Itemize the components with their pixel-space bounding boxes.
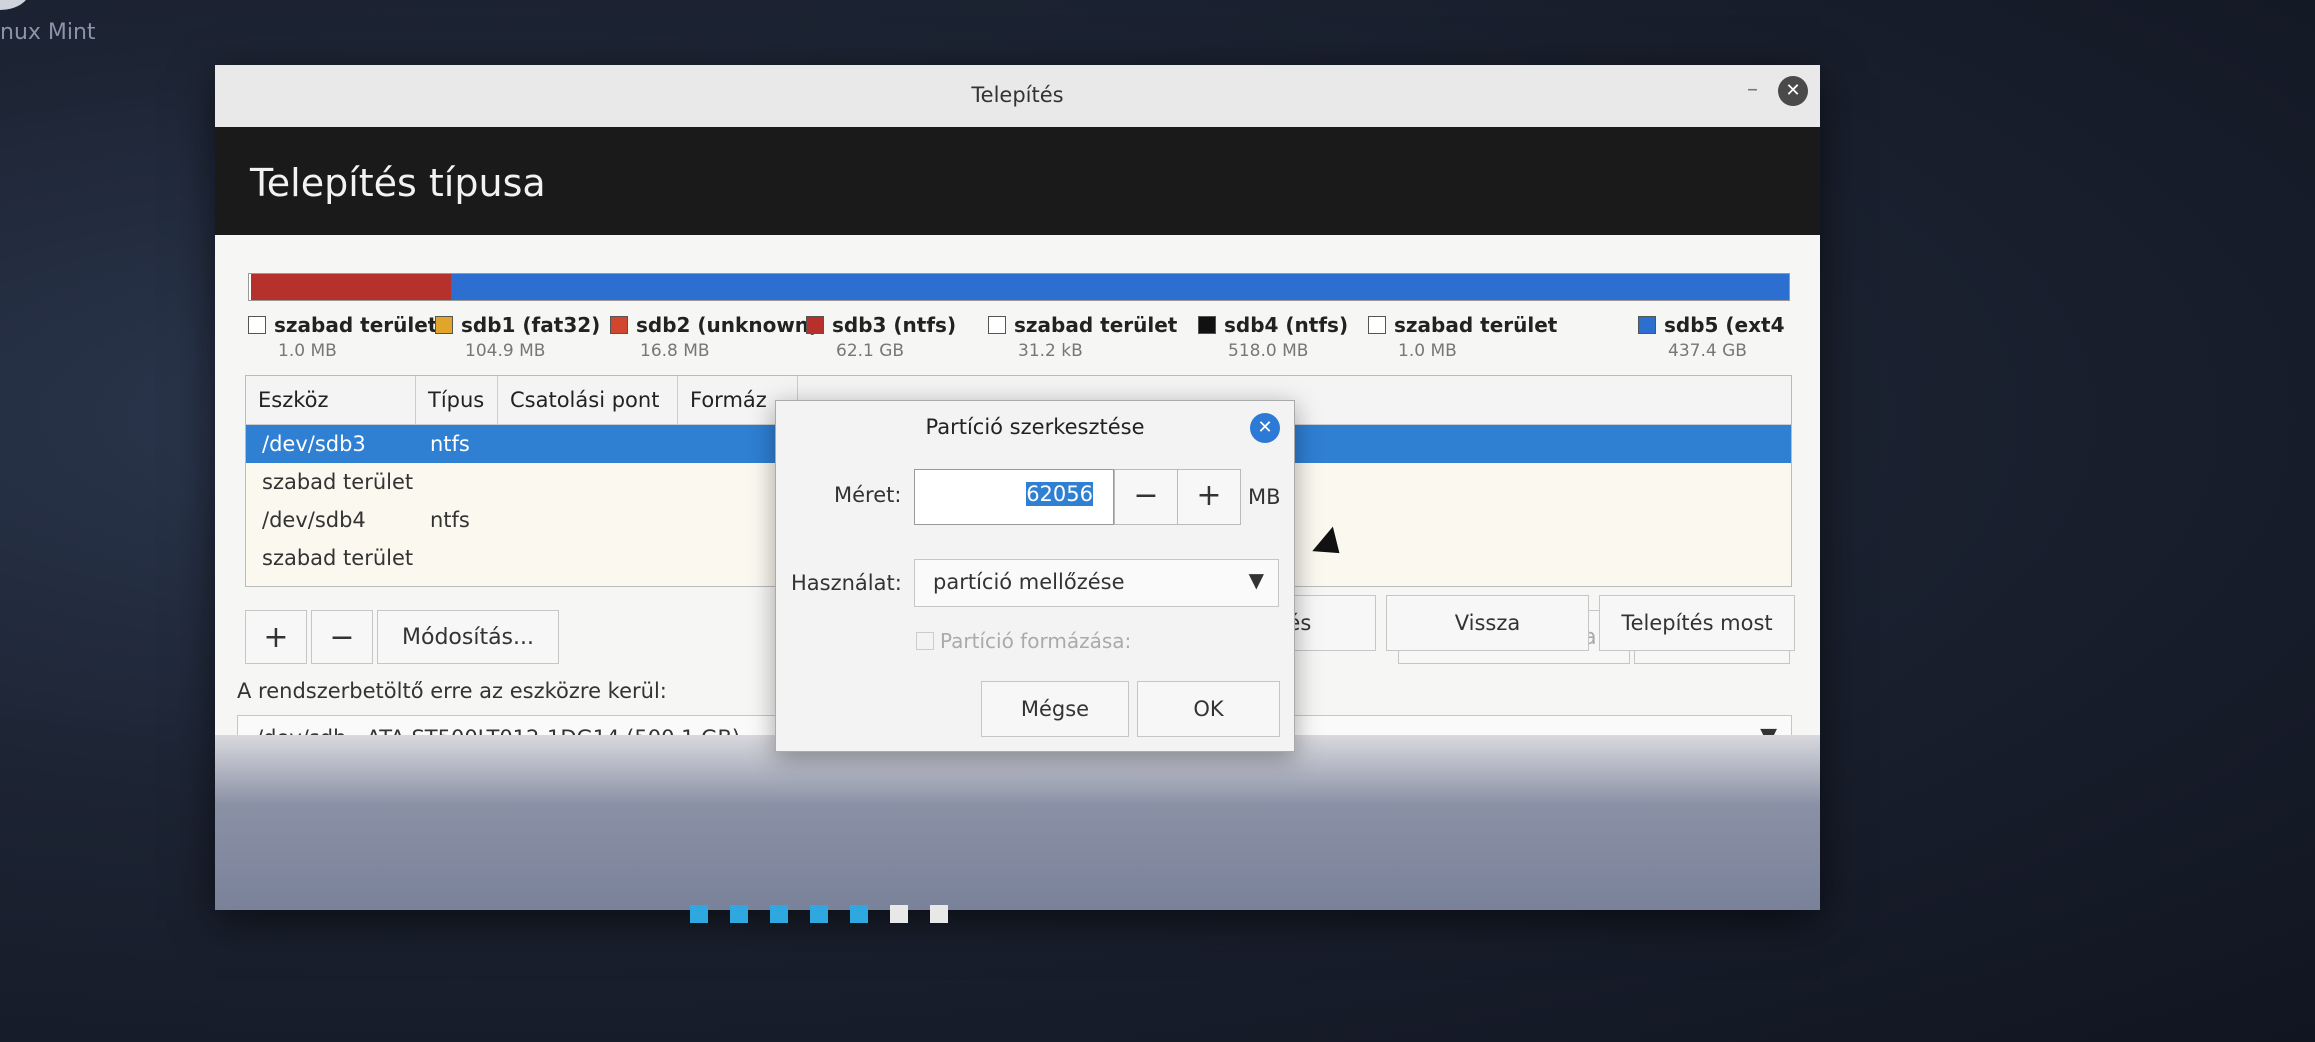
page-title: Telepítés típusa <box>250 161 546 205</box>
minimize-icon[interactable]: – <box>1747 77 1758 102</box>
progress-dot <box>770 905 788 923</box>
legend-item: sdb2 (unknown) 16.8 MB <box>610 313 818 361</box>
page-header: Telepítés típusa <box>215 127 1820 235</box>
legend-size: 518.0 MB <box>1228 341 1309 361</box>
swatch-icon <box>806 316 824 334</box>
row-type: ntfs <box>430 432 470 456</box>
legend-item: sdb3 (ntfs) 62.1 GB <box>806 313 956 361</box>
swatch-icon <box>988 316 1006 334</box>
swatch-icon <box>1638 316 1656 334</box>
legend-name: sdb5 (ext4 <box>1664 313 1785 337</box>
swatch-icon <box>248 316 266 334</box>
desktop-label: nux Mint <box>0 20 96 45</box>
close-icon[interactable]: ✕ <box>1778 76 1808 106</box>
legend-name: szabad terület <box>1014 313 1178 337</box>
column-header[interactable]: Csatolási pont <box>498 376 678 424</box>
edit-partition-dialog: Partíció szerkesztése ✕ Méret: 62056 − +… <box>775 400 1295 752</box>
mint-logo <box>0 0 30 10</box>
window-title: Telepítés <box>971 83 1064 107</box>
row-type: ntfs <box>430 508 470 532</box>
size-decrease-button[interactable]: − <box>1114 469 1178 525</box>
row-device: szabad terület <box>262 546 414 570</box>
size-unit: MB <box>1248 485 1281 509</box>
use-select[interactable]: partíció mellőzése ▼ <box>914 559 1279 607</box>
size-increase-button[interactable]: + <box>1177 469 1241 525</box>
size-value: 62056 <box>1026 482 1093 506</box>
legend-item: szabad terület 31.2 kB <box>988 313 1177 361</box>
progress-dot <box>890 905 908 923</box>
legend-size: 1.0 MB <box>278 341 337 361</box>
progress-dots <box>690 905 970 923</box>
partition-legend: szabad terület 1.0 MB sdb1 (fat32) 104.9 M… <box>248 313 1788 368</box>
legend-size: 104.9 MB <box>465 341 546 361</box>
swatch-icon <box>1198 316 1216 334</box>
size-input[interactable]: 62056 <box>914 469 1114 525</box>
row-device: szabad terület <box>262 470 414 494</box>
swatch-icon <box>1368 316 1386 334</box>
column-header[interactable]: Eszköz <box>246 376 416 424</box>
close-icon[interactable]: ✕ <box>1250 413 1280 443</box>
back-button[interactable]: Vissza <box>1386 595 1589 651</box>
legend-item: sdb4 (ntfs) 518.0 MB <box>1198 313 1348 361</box>
bottom-area: Kilépés Vissza Telepítés most <box>215 595 1820 910</box>
legend-name: szabad terület <box>1394 313 1558 337</box>
progress-dot <box>850 905 868 923</box>
cancel-button[interactable]: Mégse <box>981 681 1129 737</box>
swatch-icon <box>610 316 628 334</box>
chevron-down-icon: ▼ <box>1248 568 1264 592</box>
progress-dot <box>730 905 748 923</box>
legend-size: 16.8 MB <box>640 341 710 361</box>
use-label: Használat: <box>791 571 902 595</box>
partition-bar <box>248 273 1790 301</box>
use-value: partíció mellőzése <box>933 570 1125 594</box>
titlebar: Telepítés – ✕ <box>215 65 1820 128</box>
progress-dot <box>690 905 708 923</box>
column-header[interactable]: Típus <box>416 376 498 424</box>
legend-size: 62.1 GB <box>836 341 905 361</box>
legend-size: 437.4 GB <box>1668 341 1747 361</box>
checkbox-icon <box>916 632 934 650</box>
ok-button[interactable]: OK <box>1137 681 1280 737</box>
change-partition-button[interactable]: Módosítás... <box>377 610 559 664</box>
legend-item: szabad terület 1.0 MB <box>248 313 437 361</box>
progress-dot <box>930 905 948 923</box>
swatch-icon <box>435 316 453 334</box>
size-label: Méret: <box>834 483 902 507</box>
legend-size: 31.2 kB <box>1018 341 1083 361</box>
row-device: /dev/sdb3 <box>262 432 366 456</box>
legend-name: sdb2 (unknown) <box>636 313 819 337</box>
progress-dot <box>810 905 828 923</box>
legend-item: sdb5 (ext4 437.4 GB <box>1638 313 1785 361</box>
format-label: Partíció formázása: <box>940 629 1132 653</box>
legend-item: szabad terület 1.0 MB <box>1368 313 1557 361</box>
legend-name: sdb3 (ntfs) <box>832 313 957 337</box>
legend-name: szabad terület <box>274 313 438 337</box>
remove-partition-button[interactable]: − <box>311 610 373 664</box>
table-buttons: + − Módosítás... <box>245 610 563 664</box>
format-checkbox[interactable]: Partíció formázása: <box>916 629 1131 653</box>
bootloader-label: A rendszerbetöltő erre az eszközre kerül… <box>237 679 667 703</box>
install-now-button[interactable]: Telepítés most <box>1599 595 1795 651</box>
add-partition-button[interactable]: + <box>245 610 307 664</box>
legend-name: sdb1 (fat32) <box>461 313 601 337</box>
row-device: /dev/sdb4 <box>262 508 366 532</box>
partition-bar-segment <box>451 274 1789 300</box>
legend-item: sdb1 (fat32) 104.9 MB <box>435 313 600 361</box>
partition-bar-segment <box>251 274 451 300</box>
legend-size: 1.0 MB <box>1398 341 1457 361</box>
legend-name: sdb4 (ntfs) <box>1224 313 1349 337</box>
dialog-title: Partíció szerkesztése <box>925 415 1145 439</box>
